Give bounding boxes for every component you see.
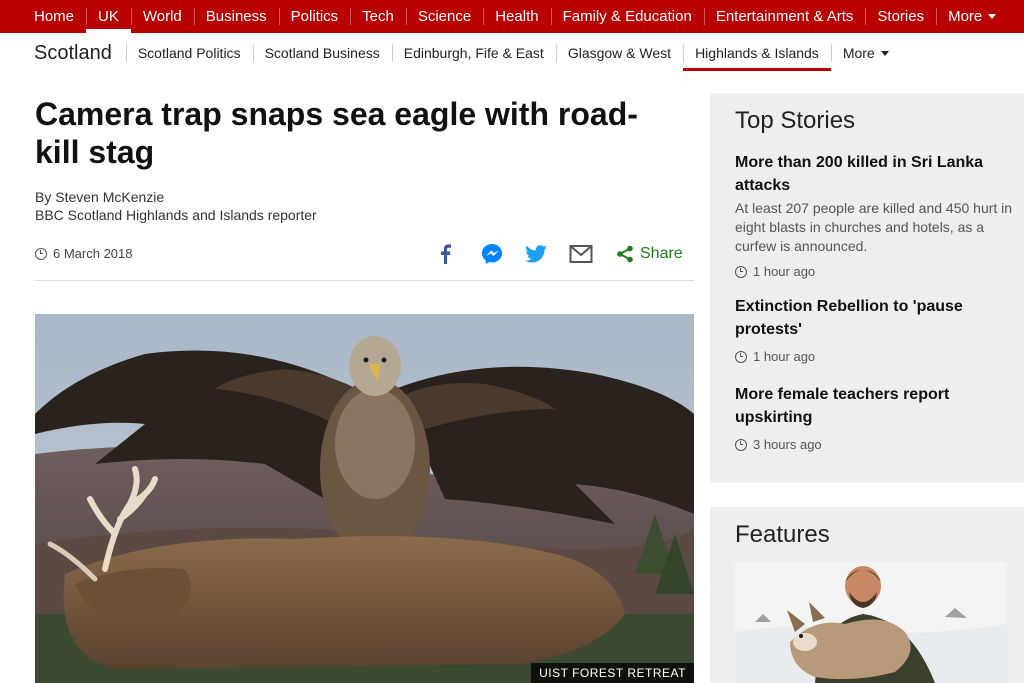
facebook-icon xyxy=(441,244,451,264)
nav-uk[interactable]: UK xyxy=(86,0,131,33)
nav-more[interactable]: More xyxy=(936,0,1008,33)
nav-label: Science xyxy=(417,8,472,25)
nav-stories[interactable]: Stories xyxy=(865,0,936,33)
share-label: Share xyxy=(640,245,683,262)
top-story-item[interactable]: More female teachers report upskirting 3… xyxy=(735,383,1015,452)
image-credit: UIST FOREST RETREAT xyxy=(531,663,694,683)
article-headline: Camera trap snaps sea eagle with road-ki… xyxy=(35,96,638,170)
subnav-label: More xyxy=(842,45,875,61)
nav-family-education[interactable]: Family & Education xyxy=(550,0,704,33)
messenger-share-button[interactable] xyxy=(481,241,503,267)
nav-world[interactable]: World xyxy=(130,0,194,33)
story-time: 3 hours ago xyxy=(735,437,1015,452)
sub-nav: Scotland Scotland Politics Scotland Busi… xyxy=(0,33,1024,73)
story-summary: At least 207 people are killed and 450 h… xyxy=(735,200,1013,254)
article-date: 6 March 2018 xyxy=(35,246,133,261)
sea-eagle-photo xyxy=(35,314,694,683)
nav-label: Home xyxy=(34,8,75,25)
story-time: 1 hour ago xyxy=(735,264,1015,279)
nav-tech[interactable]: Tech xyxy=(350,0,406,33)
subnav-label: Edinburgh, Fife & East xyxy=(403,45,544,61)
subnav-glasgow-west[interactable]: Glasgow & West xyxy=(555,33,683,73)
story-time: 1 hour ago xyxy=(735,349,1015,364)
top-story-item[interactable]: Extinction Rebellion to 'pause protests'… xyxy=(735,295,1015,364)
facebook-share-button[interactable] xyxy=(437,241,453,267)
nav-politics[interactable]: Politics xyxy=(278,0,351,33)
features-panel: Features xyxy=(710,507,1024,683)
story-time-text: 3 hours ago xyxy=(753,437,822,452)
story-headline[interactable]: More than 200 killed in Sri Lanka attack… xyxy=(735,151,1015,197)
story-headline[interactable]: Extinction Rebellion to 'pause protests' xyxy=(735,295,1015,341)
clock-icon xyxy=(735,438,747,451)
subnav-label: Glasgow & West xyxy=(567,45,672,61)
email-share-button[interactable] xyxy=(569,241,593,267)
feature-image[interactable] xyxy=(735,562,1007,683)
chevron-down-icon xyxy=(988,14,997,19)
nav-label: Entertainment & Arts xyxy=(715,8,854,25)
nav-label: Politics xyxy=(290,8,339,25)
messenger-icon xyxy=(482,244,502,264)
nav-label: World xyxy=(142,8,182,25)
subnav-scotland-politics[interactable]: Scotland Politics xyxy=(125,33,253,73)
subnav-highlands-islands[interactable]: Highlands & Islands xyxy=(683,33,831,73)
section-title[interactable]: Scotland xyxy=(0,42,126,65)
subnav-label: Highlands & Islands xyxy=(695,45,819,61)
article-hero-image: UIST FOREST RETREAT xyxy=(35,314,694,683)
nav-entertainment-arts[interactable]: Entertainment & Arts xyxy=(703,0,866,33)
clock-icon xyxy=(735,265,747,278)
clock-icon xyxy=(735,350,747,363)
nav-label: Tech xyxy=(362,8,394,25)
subnav-label: Scotland Politics xyxy=(137,45,241,61)
nav-label: Stories xyxy=(877,8,925,25)
twitter-icon xyxy=(525,245,547,263)
share-icon xyxy=(617,245,633,263)
top-story-item[interactable]: More than 200 killed in Sri Lanka attack… xyxy=(735,151,1015,279)
story-headline[interactable]: More female teachers report upskirting xyxy=(735,383,1015,429)
top-stories-title: Top Stories xyxy=(735,107,856,134)
nav-business[interactable]: Business xyxy=(193,0,279,33)
feature-photo xyxy=(735,562,1007,683)
twitter-share-button[interactable] xyxy=(525,241,547,267)
share-button[interactable]: Share xyxy=(616,241,683,267)
story-time-text: 1 hour ago xyxy=(753,349,816,364)
divider xyxy=(35,280,694,281)
chevron-down-icon xyxy=(880,50,889,56)
date-text: 6 March 2018 xyxy=(53,246,133,261)
top-stories-panel: Top Stories More than 200 killed in Sri … xyxy=(710,93,1024,483)
nav-science[interactable]: Science xyxy=(405,0,483,33)
subnav-edinburgh-fife-east[interactable]: Edinburgh, Fife & East xyxy=(391,33,556,73)
nav-health[interactable]: Health xyxy=(483,0,550,33)
nav-label: More xyxy=(948,8,983,25)
subnav-label: Scotland Business xyxy=(264,45,380,61)
clock-icon xyxy=(35,247,47,260)
top-nav: Home UK World Business Politics Tech Sci… xyxy=(0,0,1024,33)
subnav-scotland-business[interactable]: Scotland Business xyxy=(252,33,392,73)
author-role: BBC Scotland Highlands and Islands repor… xyxy=(35,207,317,223)
subnav-more[interactable]: More xyxy=(830,33,901,73)
author-name: By Steven McKenzie xyxy=(35,189,165,205)
nav-home[interactable]: Home xyxy=(0,0,86,33)
email-icon xyxy=(569,245,593,263)
nav-label: UK xyxy=(98,8,119,25)
features-title: Features xyxy=(735,521,830,548)
story-time-text: 1 hour ago xyxy=(753,264,816,279)
byline: By Steven McKenzie BBC Scotland Highland… xyxy=(35,188,317,224)
nav-label: Health xyxy=(495,8,539,25)
nav-label: Business xyxy=(205,8,267,25)
nav-label: Family & Education xyxy=(562,8,692,25)
